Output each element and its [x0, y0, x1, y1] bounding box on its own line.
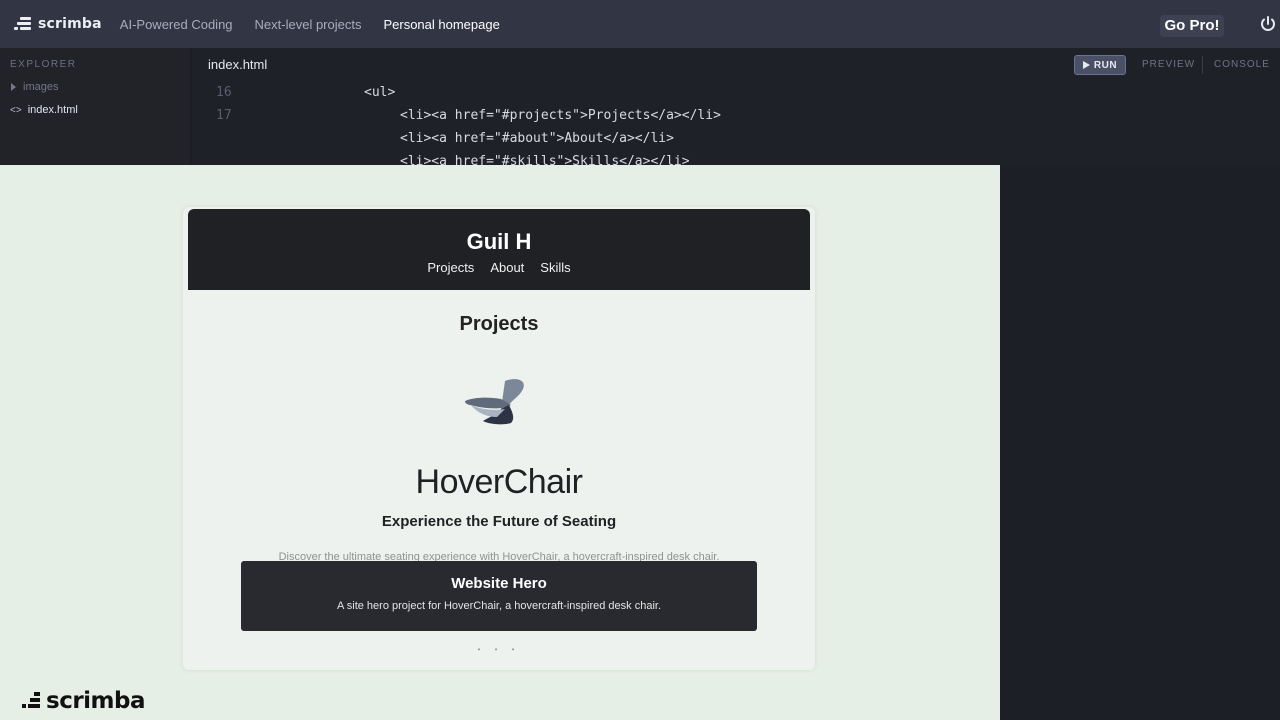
breadcrumb-module[interactable]: Next-level projects	[255, 17, 362, 32]
folder-label: images	[23, 81, 59, 93]
section-title: Projects	[459, 313, 539, 335]
code-line: <li><a href="#projects">Projects</a></li…	[400, 108, 721, 123]
explorer-title: EXPLORER	[10, 59, 77, 70]
hoverchair-image	[465, 379, 524, 425]
file-index-html[interactable]: <> index.html	[10, 104, 78, 116]
play-icon	[1082, 61, 1090, 69]
console-tab[interactable]: CONSOLE	[1214, 59, 1270, 70]
scrimba-watermark: scrimba	[20, 688, 146, 714]
nav-link-skills[interactable]: Skills	[540, 260, 570, 275]
run-label: RUN	[1093, 59, 1118, 71]
hero-title: HoverChair	[415, 463, 583, 501]
watermark-text: scrimba	[46, 688, 146, 714]
line-number: 17	[216, 108, 232, 123]
nav-link-about[interactable]: About	[490, 260, 524, 275]
breadcrumb: AI-Powered Coding Next-level projects Pe…	[120, 17, 522, 32]
preview-tab[interactable]: PREVIEW	[1142, 59, 1195, 70]
hero-subtitle: Experience the Future of Seating	[381, 513, 617, 530]
scrimba-watermark-icon	[22, 692, 40, 708]
scrimba-logo[interactable]: scrimba	[14, 0, 102, 48]
tab-index-html[interactable]: index.html	[208, 57, 267, 72]
run-button[interactable]: RUN	[1074, 55, 1126, 75]
breadcrumb-course[interactable]: AI-Powered Coding	[120, 17, 233, 32]
carousel-pagination[interactable]: • • •	[183, 645, 815, 654]
chevron-right-icon	[11, 83, 16, 91]
project-card-title: Website Hero	[451, 575, 547, 592]
preview-pane[interactable]: Guil H Projects About Skills Projects Ho…	[0, 165, 1000, 720]
code-line: <ul>	[364, 85, 396, 100]
line-number: 16	[216, 85, 232, 100]
power-icon[interactable]	[1259, 15, 1277, 33]
folder-images[interactable]: images	[10, 81, 58, 93]
site-header: Guil H Projects About Skills	[188, 209, 810, 290]
logo-text: scrimba	[38, 16, 102, 32]
top-navigation-bar: scrimba AI-Powered Coding Next-level pro…	[0, 0, 1280, 48]
project-card-overlay[interactable]: Website Hero A site hero project for Hov…	[241, 561, 757, 631]
code-editor[interactable]: index.html RUN PREVIEW CONSOLE 16 17 <ul…	[192, 48, 1280, 169]
scrimba-logo-icon	[14, 16, 32, 32]
website-preview: Guil H Projects About Skills Projects Ho…	[183, 207, 815, 670]
code-line: <li><a href="#about">About</a></li>	[400, 131, 674, 146]
site-nav: Projects About Skills	[188, 260, 810, 275]
go-pro-button[interactable]: Go Pro!	[1160, 15, 1224, 37]
project-card-description: A site hero project for HoverChair, a ho…	[336, 600, 662, 612]
file-explorer: EXPLORER images <> index.html	[0, 48, 190, 165]
site-name: Guil H	[466, 229, 532, 254]
code-file-icon: <>	[10, 104, 22, 116]
divider	[1202, 56, 1203, 74]
breadcrumb-lesson[interactable]: Personal homepage	[383, 17, 499, 32]
file-label: index.html	[27, 104, 78, 116]
editor-background	[1000, 165, 1280, 720]
nav-link-projects[interactable]: Projects	[427, 260, 474, 275]
